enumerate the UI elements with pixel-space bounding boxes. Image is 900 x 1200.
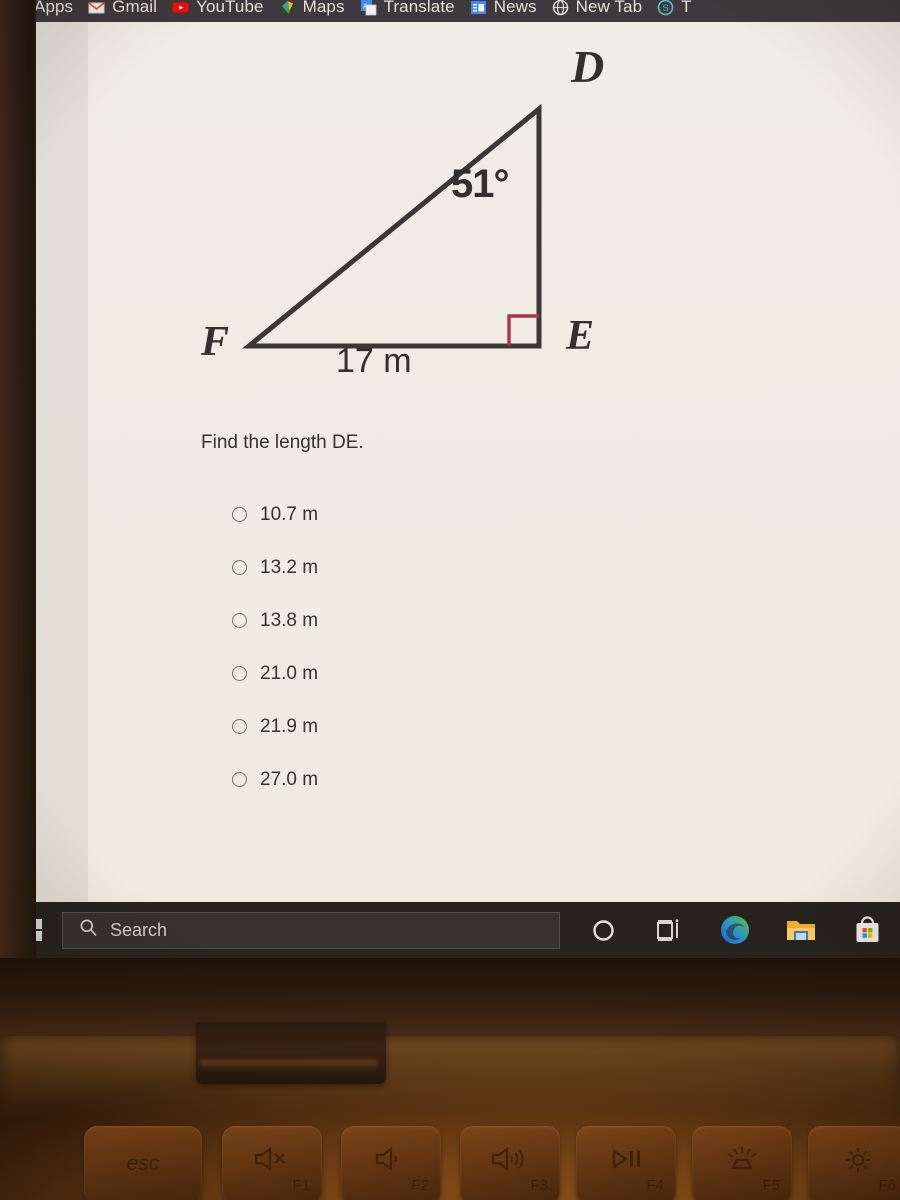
taskbar-icon-group (570, 902, 900, 958)
side-label-17m: 17 m (336, 342, 412, 380)
google-news-icon (470, 0, 487, 16)
desk-light-reflection (0, 1035, 900, 1115)
bookmark-label: Translate (383, 0, 455, 16)
key-fn-label: F6 (878, 1177, 896, 1194)
radio-button[interactable] (232, 507, 247, 522)
question-prompt: Find the length DE. (201, 432, 364, 453)
search-placeholder: Search (110, 919, 168, 940)
page-left-gutter (36, 22, 88, 902)
laptop-hinge (196, 1022, 386, 1084)
answer-choice[interactable]: 13.2 m (232, 541, 318, 594)
windows-taskbar[interactable]: Search (36, 902, 900, 958)
volume-down-icon (371, 1146, 411, 1176)
taskbar-search-box[interactable]: Search (62, 911, 560, 949)
key-f2-volume-down[interactable]: F2 (341, 1126, 441, 1200)
radio-button[interactable] (232, 560, 247, 575)
bookmark-news[interactable]: News (466, 0, 548, 22)
answer-choice[interactable]: 27.0 m (232, 753, 318, 806)
laptop-keyboard: esc F1 F2 F3 F4 F5 F6 (0, 1108, 900, 1200)
cortana-icon[interactable] (570, 902, 636, 958)
radio-button[interactable] (232, 666, 247, 681)
windows-logo-squares (36, 918, 43, 942)
bookmark-apps[interactable]: Apps (36, 0, 84, 22)
laptop-photo-scene: Apps Gmail YouTube Maps A Translate News… (0, 0, 900, 1200)
task-view-icon[interactable] (636, 902, 702, 958)
key-f3-volume-up[interactable]: F3 (460, 1126, 560, 1200)
vertex-label-F: F (201, 319, 230, 365)
brightness-icon (840, 1146, 876, 1178)
radio-button[interactable] (232, 772, 247, 787)
bookmark-label: Gmail (112, 0, 158, 16)
answer-choice[interactable]: 21.9 m (232, 700, 318, 753)
answer-choices-list: 10.7 m 13.2 m 13.8 m 21.0 m 21.9 m 27.0 … (232, 488, 318, 806)
mute-volume-icon (252, 1146, 292, 1176)
hinge-highlight (200, 1060, 378, 1070)
bookmark-t[interactable]: S T (653, 0, 702, 22)
gmail-icon (88, 0, 105, 16)
answer-choice[interactable]: 21.0 m (232, 647, 318, 700)
youtube-icon (172, 0, 189, 16)
answer-choice-label: 21.9 m (260, 715, 319, 737)
bookmark-maps[interactable]: Maps (275, 0, 356, 22)
bookmark-translate[interactable]: A Translate (356, 0, 466, 22)
laptop-screen: Apps Gmail YouTube Maps A Translate News… (36, 0, 900, 958)
bookmark-label: T (681, 0, 692, 16)
play-pause-icon (606, 1146, 646, 1176)
bookmark-label: YouTube (196, 0, 264, 16)
search-icon (79, 918, 98, 942)
answer-choice-label: 21.0 m (260, 662, 319, 684)
answer-choice-label: 13.2 m (260, 556, 319, 578)
bookmark-label: Maps (302, 0, 345, 16)
bezel-bottom-edge (0, 958, 900, 1036)
radio-button[interactable] (232, 613, 247, 628)
key-esc[interactable]: esc (84, 1126, 202, 1200)
keyboard-backlight-icon (722, 1146, 762, 1178)
microsoft-store-icon[interactable] (834, 902, 900, 958)
bookmark-youtube[interactable]: YouTube (168, 0, 275, 22)
bezel-left-edge (0, 0, 34, 975)
key-f4-play-pause[interactable]: F4 (576, 1126, 676, 1200)
answer-choice[interactable]: 13.8 m (232, 594, 318, 647)
windows-start-icon[interactable] (36, 902, 62, 958)
bookmark-new-tab[interactable]: New Tab (548, 0, 654, 22)
key-label: esc (126, 1152, 160, 1175)
answer-choice-label: 27.0 m (260, 768, 319, 790)
answer-choice[interactable]: 10.7 m (232, 488, 318, 541)
file-explorer-icon[interactable] (768, 902, 834, 958)
answer-choice-label: 13.8 m (260, 609, 319, 631)
key-f6-brightness[interactable]: F6 (808, 1126, 900, 1200)
key-fn-label: F3 (530, 1177, 548, 1194)
key-fn-label: F2 (411, 1177, 429, 1194)
bookmark-label: News (493, 0, 537, 16)
google-maps-pin-icon (279, 0, 296, 16)
svg-text:A: A (363, 3, 368, 10)
volume-up-icon (488, 1146, 532, 1176)
vertex-label-E: E (566, 313, 595, 359)
bookmark-label: Apps (36, 0, 74, 16)
angle-label-51-degrees: 51° (451, 162, 509, 206)
microsoft-edge-icon[interactable] (702, 902, 768, 958)
key-fn-label: F5 (762, 1177, 780, 1194)
browser-page-content: D E F 51° 17 m Find the length DE. 10.7 … (36, 22, 900, 902)
triangle-figure-DEF: D E F 51° 17 m (96, 22, 616, 422)
globe-icon (552, 0, 569, 16)
google-translate-icon: A (360, 0, 377, 16)
vertex-label-D: D (571, 41, 605, 92)
circle-s-icon: S (657, 0, 674, 16)
bookmark-label: New Tab (575, 0, 643, 16)
svg-text:S: S (663, 3, 669, 14)
radio-button[interactable] (232, 719, 247, 734)
key-fn-label: F4 (646, 1177, 664, 1194)
browser-bookmarks-bar[interactable]: Apps Gmail YouTube Maps A Translate News… (36, 0, 900, 22)
key-f1-mute[interactable]: F1 (222, 1126, 322, 1200)
bookmark-gmail[interactable]: Gmail (84, 0, 168, 22)
key-f5-keyboard-backlight[interactable]: F5 (692, 1126, 792, 1200)
answer-choice-label: 10.7 m (260, 503, 319, 525)
key-fn-label: F1 (292, 1177, 310, 1194)
